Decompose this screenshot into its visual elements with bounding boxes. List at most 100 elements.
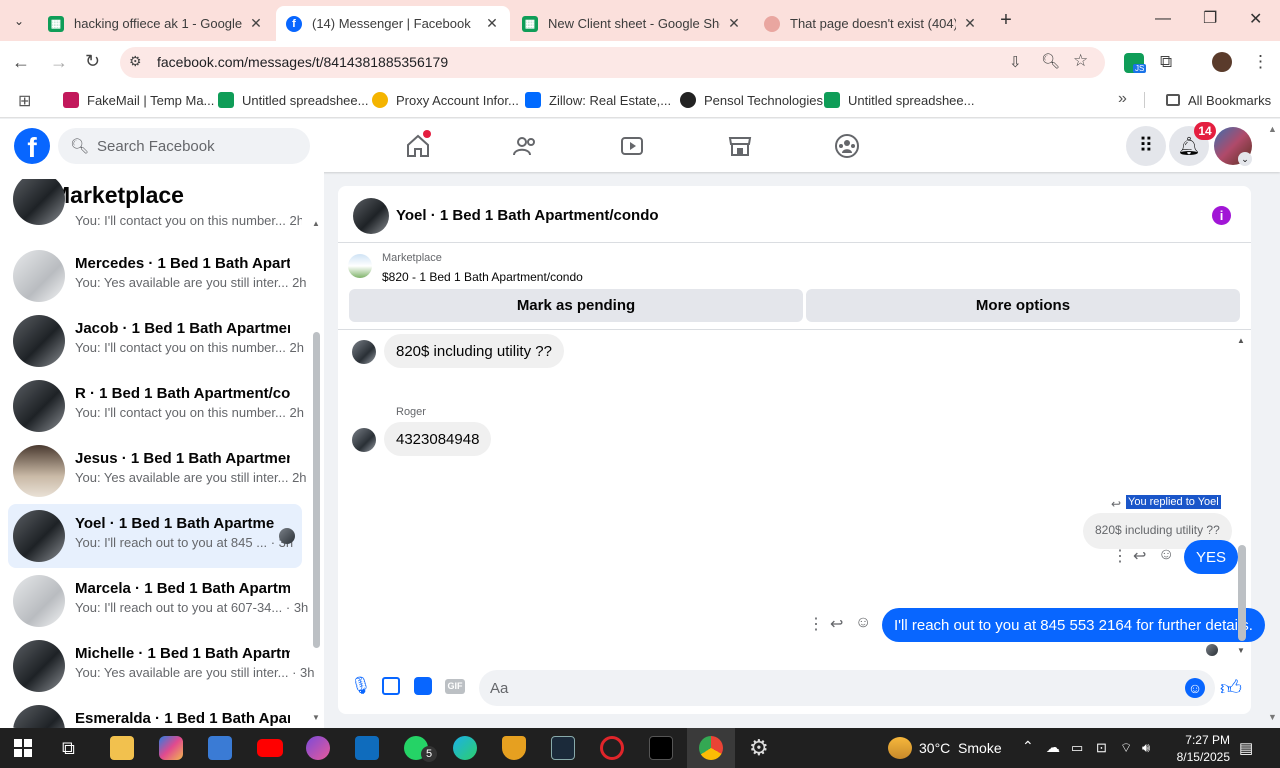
clock-time[interactable]: 7:27 PM	[1168, 733, 1230, 747]
volume-icon[interactable]: 🔊︎	[1142, 740, 1150, 756]
bookmark-6[interactable]: Untitled spreadshee...	[824, 90, 974, 110]
page-scroll-up-icon[interactable]: ▲	[1268, 124, 1277, 134]
emoji-icon[interactable]: ☺	[1185, 678, 1205, 698]
outgoing-message[interactable]: I'll reach out to you at 845 553 2164 fo…	[882, 608, 1265, 642]
chrome-menu-icon[interactable]: ⋮	[1252, 52, 1269, 72]
microphone-icon[interactable]: 🎙︎	[350, 676, 372, 696]
youtube-icon[interactable]	[257, 739, 283, 757]
close-tab-icon[interactable]: ✕	[726, 15, 742, 32]
conversation-item[interactable]: Michelle · 1 Bed 1 Bath Apartme... You: …	[8, 634, 314, 698]
app-icon[interactable]	[306, 736, 330, 760]
restore-icon[interactable]: ❐	[1203, 8, 1217, 28]
edge-icon[interactable]	[453, 736, 477, 760]
message-more-icon[interactable]: ⋮	[1112, 546, 1128, 566]
react-icon[interactable]: ☺	[1158, 546, 1174, 564]
react-icon[interactable]: ☺	[855, 614, 871, 632]
facebook-logo-icon[interactable]: f	[14, 128, 50, 164]
bookmark-1[interactable]: FakeMail | Temp Ma...	[63, 90, 214, 110]
close-tab-icon[interactable]: ✕	[484, 15, 500, 32]
sticker-icon[interactable]	[414, 677, 432, 695]
groups-nav[interactable]	[833, 132, 861, 160]
like-thumb-icon[interactable]: 👍︎	[1220, 675, 1242, 701]
bookmark-3[interactable]: Proxy Account Infor...	[372, 90, 519, 110]
browser-tab-4[interactable]: That page doesn't exist (404) - I ✕	[754, 6, 988, 41]
tray-chevron-icon[interactable]: ⌃	[1022, 738, 1034, 755]
more-bookmarks-icon[interactable]: »	[1118, 90, 1127, 108]
conversation-item-selected[interactable]: Yoel · 1 Bed 1 Bath Apartment... You: I'…	[8, 504, 302, 568]
info-icon[interactable]: i	[1212, 206, 1231, 225]
outlook-icon[interactable]	[355, 736, 379, 760]
app-badge-icon[interactable]	[502, 736, 526, 760]
microsoft-store-icon[interactable]	[208, 736, 232, 760]
settings-gear-icon[interactable]: ⚙	[749, 735, 769, 761]
notification-center-icon[interactable]: ▤	[1239, 739, 1253, 757]
incoming-message[interactable]: 4323084948	[384, 422, 492, 456]
apps-grid-icon[interactable]: ⊞	[18, 91, 31, 111]
sidebar-scroll-up-icon[interactable]: ▲	[312, 219, 320, 228]
page-scroll-down-icon[interactable]: ▼	[1268, 712, 1277, 722]
install-app-icon[interactable]: ⇩	[1009, 53, 1022, 71]
conversation-item[interactable]: Marcela · 1 Bed 1 Bath Apartme... You: I…	[8, 569, 308, 633]
clock-date[interactable]: 8/15/2025	[1160, 750, 1230, 764]
message-input[interactable]	[479, 670, 1215, 706]
reply-action-icon[interactable]: ↩	[1133, 546, 1146, 566]
sidebar-scroll-down-icon[interactable]: ▼	[312, 713, 320, 722]
close-tab-icon[interactable]: ✕	[962, 15, 978, 32]
chat-scroll-down-icon[interactable]: ▼	[1237, 646, 1245, 655]
conversation-item[interactable]: Jesus · 1 Bed 1 Bath Apartment/... You: …	[8, 439, 307, 503]
conversation-item[interactable]: Mercedes · 1 Bed 1 Bath Apartm... You: Y…	[8, 244, 307, 308]
forward-icon[interactable]: →	[50, 52, 68, 73]
opera-icon[interactable]	[600, 736, 624, 760]
more-options-button[interactable]: More options	[806, 289, 1240, 322]
marketplace-nav[interactable]	[726, 132, 754, 160]
site-info-icon[interactable]: ⚙	[129, 53, 142, 70]
close-window-icon[interactable]: ✕	[1249, 9, 1262, 29]
browser-tab-3[interactable]: ▦ New Client sheet - Google Shee ✕	[512, 6, 752, 41]
tiktok-icon[interactable]	[649, 736, 673, 760]
listing-thumbnail[interactable]	[348, 254, 372, 278]
conversation-item[interactable]: R · 1 Bed 1 Bath Apartment/condo You: I'…	[8, 374, 304, 438]
battery-icon[interactable]: ▭	[1071, 740, 1083, 756]
outgoing-message[interactable]: YES	[1184, 540, 1239, 574]
friends-nav[interactable]	[511, 132, 539, 160]
photo-icon[interactable]	[382, 677, 400, 695]
back-icon[interactable]: ←	[12, 52, 30, 73]
close-tab-icon[interactable]: ✕	[248, 15, 264, 32]
windows-start-icon[interactable]	[14, 739, 32, 757]
chat-avatar[interactable]	[353, 198, 389, 234]
profile-avatar-icon[interactable]	[1212, 52, 1232, 72]
reply-action-icon[interactable]: ↩	[830, 614, 843, 634]
tab-search-icon[interactable]: ⌄	[8, 10, 30, 32]
search-facebook-input[interactable]: 🔍︎ Search Facebook	[58, 128, 310, 164]
reload-icon[interactable]: ↻	[85, 51, 100, 72]
browser-tab-2[interactable]: f (14) Messenger | Facebook ✕	[276, 6, 510, 41]
all-bookmarks[interactable]: All Bookmarks	[1166, 90, 1271, 110]
display-icon[interactable]: ⊡	[1096, 740, 1107, 756]
wifi-icon[interactable]: ⌔	[1120, 740, 1132, 756]
bookmark-4[interactable]: Zillow: Real Estate,...	[525, 90, 671, 110]
incoming-message[interactable]: 820$ including utility ??	[384, 334, 564, 368]
chrome-icon[interactable]	[699, 736, 723, 760]
chat-scroll-up-icon[interactable]: ▲	[1237, 336, 1245, 345]
video-nav[interactable]	[618, 132, 646, 160]
conversation-item[interactable]: Jacob · 1 Bed 1 Bath Apartment/... You: …	[8, 309, 304, 373]
app-icon[interactable]	[551, 736, 575, 760]
new-tab-icon[interactable]: +	[996, 8, 1016, 32]
browser-tab-1[interactable]: ▦ hacking offiece ak 1 - Google Sh ✕	[38, 6, 274, 41]
listing-title[interactable]: $820 - 1 Bed 1 Bath Apartment/condo	[382, 270, 583, 284]
conversation-item[interactable]: You: I'll contact you on this number... …	[8, 179, 302, 238]
sidebar-scrollbar[interactable]	[313, 332, 320, 648]
task-view-icon[interactable]: ⧉	[62, 738, 75, 759]
minimize-icon[interactable]: —	[1155, 10, 1171, 28]
url-text[interactable]: facebook.com/messages/t/8414381885356179	[157, 54, 448, 70]
copilot-icon[interactable]	[159, 736, 183, 760]
chat-title[interactable]: Yoel · 1 Bed 1 Bath Apartment/condo	[396, 207, 659, 224]
cloud-icon[interactable]: ☁	[1046, 739, 1060, 756]
conversation-item[interactable]: Esmeralda · 1 Bed 1 Bath Apar...	[8, 699, 302, 728]
bookmark-star-icon[interactable]: ☆	[1073, 51, 1088, 71]
zoom-icon[interactable]: 🔍︎	[1041, 52, 1060, 70]
bookmark-5[interactable]: Pensol Technologies	[680, 90, 823, 110]
message-more-icon[interactable]: ⋮	[808, 614, 824, 634]
weather-text[interactable]: 30°C Smoke	[919, 740, 1002, 756]
chat-scrollbar[interactable]	[1238, 545, 1246, 641]
